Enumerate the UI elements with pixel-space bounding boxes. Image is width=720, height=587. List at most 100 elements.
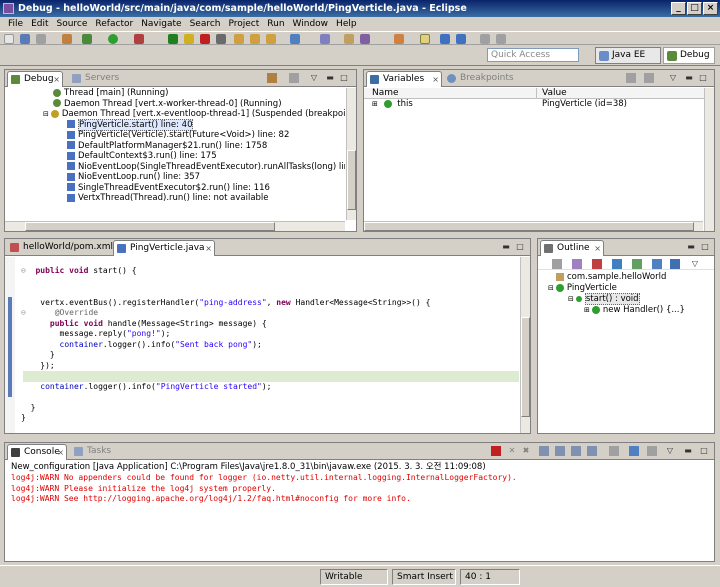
close-icon[interactable]: ×	[594, 241, 601, 256]
tab-servers[interactable]: Servers	[69, 71, 129, 87]
collapse-toggle-icon[interactable]: ⊟	[548, 284, 554, 292]
column-value[interactable]: Value	[542, 88, 567, 99]
maximize-view-icon[interactable]: □	[698, 73, 708, 83]
drop-to-frame-icon[interactable]	[290, 34, 300, 44]
remove-terminated-icon[interactable]	[267, 73, 277, 83]
collapse-toggle-icon[interactable]: ⊟	[43, 110, 49, 118]
next-annotation-icon[interactable]	[440, 34, 450, 44]
column-name[interactable]: Name	[372, 88, 399, 99]
expand-toggle-icon[interactable]: ⊞	[584, 306, 590, 314]
stack-frame-item[interactable]: DefaultPlatformManager$21.run() line: 17…	[5, 141, 345, 152]
menu-file[interactable]: File	[4, 17, 27, 31]
hide-static-icon[interactable]	[592, 259, 602, 269]
tab-debug[interactable]: Debug ×	[7, 71, 63, 87]
hide-non-public-icon[interactable]	[612, 259, 622, 269]
step-into-icon[interactable]	[234, 34, 244, 44]
pin-console-icon[interactable]	[609, 446, 619, 456]
debug-vertical-scrollbar[interactable]	[346, 88, 356, 220]
stack-frame-item[interactable]: SingleThreadEventExecutor$2.run() line: …	[5, 183, 345, 194]
expand-toggle-icon[interactable]: ⊞	[372, 100, 378, 108]
menu-navigate[interactable]: Navigate	[137, 17, 185, 31]
tab-pom-xml[interactable]: helloWorld/pom.xml	[7, 240, 113, 256]
quick-access-input[interactable]: Quick Access	[487, 48, 579, 62]
menu-search[interactable]: Search	[186, 17, 225, 31]
menu-window[interactable]: Window	[289, 17, 333, 31]
code-editor[interactable]: ⊖ public void start() { vertx.eventBus()…	[15, 257, 519, 433]
clear-console-icon[interactable]	[539, 446, 549, 456]
minimize-button[interactable]: _	[671, 2, 686, 15]
stack-frame-item[interactable]: PingVerticle.start() line: 40	[5, 118, 345, 131]
maximize-view-icon[interactable]: □	[515, 242, 525, 252]
external-tools-icon[interactable]	[134, 34, 144, 44]
minimize-view-icon[interactable]: ▬	[686, 242, 696, 252]
step-over-icon[interactable]	[250, 34, 260, 44]
previous-annotation-icon[interactable]	[456, 34, 466, 44]
sort-icon[interactable]	[552, 259, 562, 269]
hide-local-types-icon[interactable]	[632, 259, 642, 269]
view-menu-icon[interactable]: ▽	[668, 73, 678, 83]
stack-frame-item[interactable]: DefaultContext$3.run() line: 175	[5, 151, 345, 162]
show-on-output-icon[interactable]	[571, 446, 581, 456]
toggle-mark-occurrences-icon[interactable]	[394, 34, 404, 44]
close-icon[interactable]: ×	[432, 72, 439, 87]
print-icon[interactable]	[36, 34, 46, 44]
tab-variables[interactable]: Variables ×	[366, 71, 442, 87]
open-type-icon[interactable]	[344, 34, 354, 44]
new-icon[interactable]	[4, 34, 14, 44]
skip-breakpoints-icon[interactable]	[62, 34, 72, 44]
highlight-icon[interactable]	[420, 34, 430, 44]
tab-ping-verticle[interactable]: PingVerticle.java ×	[113, 240, 215, 256]
scrollbar-thumb[interactable]	[521, 317, 530, 417]
collapse-all-icon[interactable]	[289, 73, 299, 83]
run-icon[interactable]	[108, 34, 118, 44]
outline-class[interactable]: ⊟ PingVerticle	[538, 283, 714, 294]
save-icon[interactable]	[20, 34, 30, 44]
disconnect-icon[interactable]	[216, 34, 226, 44]
view-menu-icon[interactable]: ▽	[309, 73, 319, 83]
perspective-java-ee[interactable]: Java EE	[595, 47, 661, 64]
editor-vertical-scrollbar[interactable]	[520, 257, 530, 433]
close-icon[interactable]: ×	[53, 72, 60, 87]
step-return-icon[interactable]	[266, 34, 276, 44]
menu-refactor[interactable]: Refactor	[91, 17, 137, 31]
collapse-all-icon[interactable]	[644, 73, 654, 83]
close-icon[interactable]: ×	[205, 241, 212, 256]
view-menu-icon[interactable]: ▽	[690, 259, 700, 269]
scrollbar-thumb[interactable]	[364, 222, 694, 231]
outline-anonymous-class[interactable]: ⊞ new Handler() {...}	[538, 305, 714, 316]
show-type-names-icon[interactable]	[626, 73, 636, 83]
show-on-error-icon[interactable]	[587, 446, 597, 456]
close-button[interactable]: ×	[703, 2, 718, 15]
terminate-icon[interactable]	[491, 446, 501, 456]
stack-frame-item[interactable]: VertxThread(Thread).run() line: not avai…	[5, 193, 345, 204]
maximize-view-icon[interactable]: □	[700, 242, 710, 252]
remove-launch-icon[interactable]: ✕	[507, 446, 517, 456]
variables-horizontal-scrollbar[interactable]	[364, 221, 703, 231]
minimize-view-icon[interactable]: ▬	[501, 242, 511, 252]
outline-package[interactable]: com.sample.helloWorld	[538, 272, 714, 283]
scrollbar-thumb[interactable]	[347, 150, 356, 210]
hide-fields-icon[interactable]	[572, 259, 582, 269]
suspend-icon[interactable]	[184, 34, 194, 44]
stack-frame-item[interactable]: NioEventLoop.run() line: 357	[5, 172, 345, 183]
thread-item[interactable]: Daemon Thread [vert.x-worker-thread-0] (…	[5, 99, 345, 110]
remove-all-launches-icon[interactable]: ✖	[521, 446, 531, 456]
column-divider[interactable]	[536, 88, 537, 99]
minimize-view-icon[interactable]: ▬	[683, 446, 693, 456]
stack-frame-item[interactable]: NioEventLoop(SingleThreadEventExecutor).…	[5, 162, 345, 173]
tab-breakpoints[interactable]: Breakpoints	[444, 71, 518, 87]
view-menu-icon[interactable]: ▽	[665, 446, 675, 456]
debug-horizontal-scrollbar[interactable]	[5, 221, 345, 231]
menu-source[interactable]: Source	[53, 17, 92, 31]
open-console-icon[interactable]	[647, 446, 657, 456]
maximize-button[interactable]: □	[687, 2, 702, 15]
tab-tasks[interactable]: Tasks	[71, 444, 123, 460]
stack-frame-item[interactable]: PingVerticle(Verticle).start(Future<Void…	[5, 130, 345, 141]
maximize-view-icon[interactable]: □	[339, 73, 349, 83]
variables-vertical-scrollbar[interactable]	[704, 88, 714, 231]
thread-item[interactable]: Thread [main] (Running)	[5, 88, 345, 99]
minimize-view-icon[interactable]: ▬	[325, 73, 335, 83]
perspective-debug[interactable]: Debug	[663, 47, 715, 64]
search-icon[interactable]	[360, 34, 370, 44]
scroll-lock-icon[interactable]	[555, 446, 565, 456]
